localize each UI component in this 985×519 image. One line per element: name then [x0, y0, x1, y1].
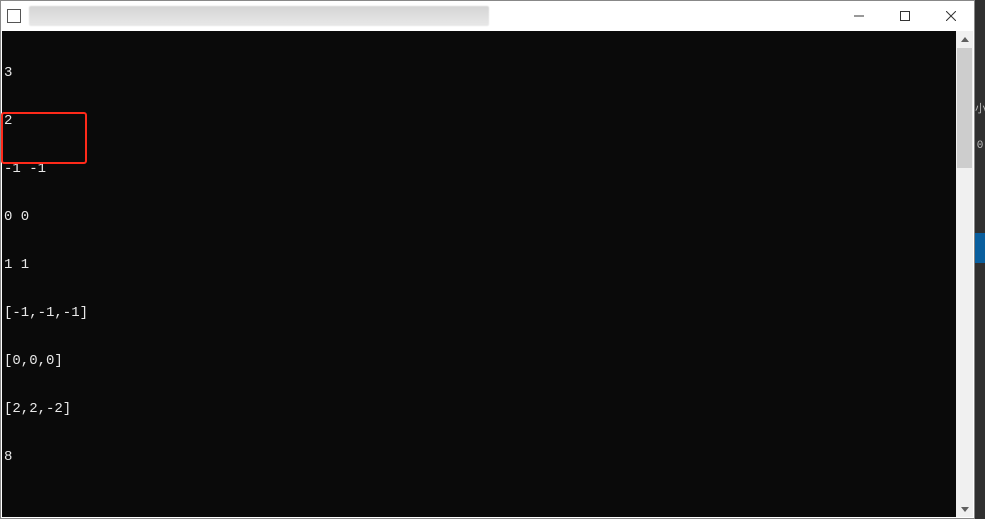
scrollbar-thumb[interactable] [957, 48, 972, 168]
vertical-scrollbar[interactable] [956, 31, 973, 517]
output-line: [2,2,-2] [4, 401, 973, 417]
titlebar[interactable] [1, 1, 974, 31]
scroll-down-button[interactable] [956, 500, 973, 517]
scroll-up-button[interactable] [956, 31, 973, 48]
background-panel-strip: 小 0 [975, 0, 985, 519]
minimize-icon [854, 11, 864, 21]
console-output[interactable]: 3 2 -1 -1 0 0 1 1 [-1,-1,-1] [0,0,0] [2,… [2, 31, 973, 517]
app-icon [7, 9, 21, 23]
maximize-button[interactable] [882, 1, 928, 31]
output-line: [0,0,0] [4, 353, 973, 369]
window-title-blurred [29, 6, 489, 26]
strip-char: 0 [975, 140, 985, 152]
close-icon [946, 11, 956, 21]
output-line: [-1,-1,-1] [4, 305, 973, 321]
window-controls [836, 1, 974, 31]
strip-selection [975, 233, 985, 263]
chevron-up-icon [961, 36, 969, 44]
maximize-icon [900, 11, 910, 21]
output-line: 3 [4, 65, 973, 81]
output-line: 8 [4, 449, 973, 465]
strip-char: 小 [975, 100, 985, 116]
output-line: 2 [4, 113, 973, 129]
output-line: -1 -1 [4, 161, 973, 177]
output-line: 1 1 [4, 257, 973, 273]
console-window: 3 2 -1 -1 0 0 1 1 [-1,-1,-1] [0,0,0] [2,… [0, 0, 975, 519]
output-line: 0 0 [4, 209, 973, 225]
minimize-button[interactable] [836, 1, 882, 31]
chevron-down-icon [961, 505, 969, 513]
close-button[interactable] [928, 1, 974, 31]
